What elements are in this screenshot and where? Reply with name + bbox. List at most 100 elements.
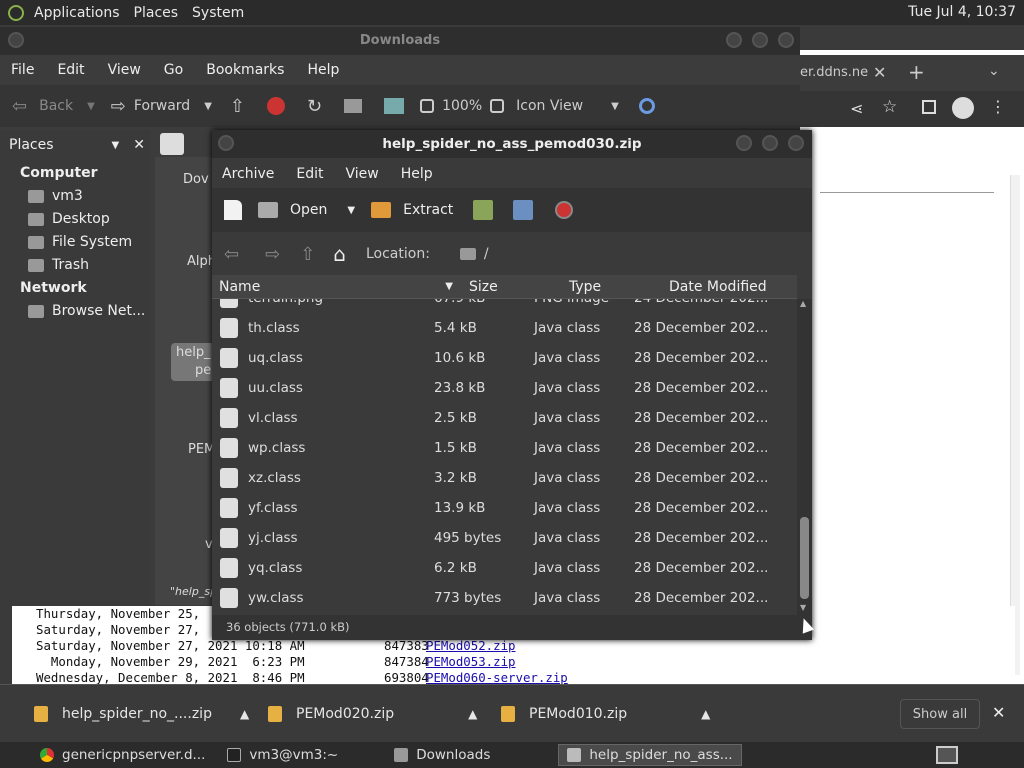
sidepanel-icon[interactable]	[922, 100, 936, 114]
back-dropdown-icon[interactable]: ▼	[87, 101, 95, 112]
file-row[interactable]: th.class 5.4 kB Java class 28 December 202.…	[212, 313, 797, 343]
menu-view[interactable]: View	[108, 62, 141, 78]
sidebar-item-browse-network[interactable]: Browse Net...	[28, 303, 145, 319]
new-tab-icon[interactable]: +	[908, 60, 925, 84]
file-row[interactable]: yf.class 13.9 kB Java class 28 December 202…	[212, 493, 797, 523]
add-files-icon[interactable]	[473, 200, 494, 220]
sidebar-close-icon[interactable]: ✕	[133, 137, 145, 153]
file-row[interactable]: yj.class 495 bytes Java class 28 December 2…	[212, 523, 797, 553]
system-menu[interactable]: System	[192, 5, 244, 21]
forward-dropdown-icon[interactable]: ▼	[204, 101, 212, 112]
close-icon[interactable]	[778, 32, 794, 48]
listing-link[interactable]: PEMod053.zip	[426, 654, 516, 670]
menu-go[interactable]: Go	[164, 62, 183, 78]
chevron-up-icon[interactable]: ▲	[701, 707, 710, 721]
places-select[interactable]: Places	[9, 137, 54, 153]
sidebar-item-trash[interactable]: Trash	[28, 257, 89, 273]
taskbar-item-archive[interactable]: help_spider_no_ass...	[558, 744, 742, 766]
extract-button[interactable]: Extract	[403, 202, 453, 218]
menu-view[interactable]: View	[346, 166, 379, 182]
sidebar-item-desktop[interactable]: Desktop	[28, 211, 110, 227]
places-menu[interactable]: Places	[134, 5, 179, 21]
taskbar-item-browser[interactable]: genericpnpserver.d...	[32, 744, 213, 766]
search-icon[interactable]	[638, 98, 655, 114]
add-folder-icon[interactable]	[513, 200, 534, 220]
menu-bookmarks[interactable]: Bookmarks	[206, 62, 284, 78]
view-mode-select[interactable]: Icon View	[516, 98, 583, 114]
zoom-out-icon[interactable]	[420, 99, 435, 113]
forward-button[interactable]: Forward	[134, 98, 190, 114]
sidebar-item-filesystem[interactable]: File System	[28, 234, 132, 250]
file-row[interactable]: yq.class 6.2 kB Java class 28 December 202.…	[212, 553, 797, 583]
open-dropdown-icon[interactable]: ▼	[347, 205, 355, 216]
scroll-down-icon[interactable]: ▼	[800, 603, 806, 612]
listing-link[interactable]: PEMod052.zip	[426, 638, 516, 654]
places-dropdown-icon[interactable]: ▼	[112, 140, 120, 151]
zoom-in-icon[interactable]	[490, 99, 505, 113]
workspace-switcher-icon[interactable]	[936, 746, 958, 764]
scroll-up-icon[interactable]: ▲	[800, 299, 806, 308]
taskbar-item-terminal[interactable]: vm3@vm3:~	[219, 744, 346, 766]
file-row[interactable]: uu.class 23.8 kB Java class 28 December 202…	[212, 373, 797, 403]
back-arrow-icon[interactable]: ⇦	[12, 96, 27, 117]
open-icon[interactable]	[258, 202, 278, 218]
back-arrow-icon[interactable]: ⇦	[224, 244, 239, 265]
profile-avatar-icon[interactable]	[952, 97, 974, 119]
applications-menu[interactable]: Applications	[34, 5, 120, 21]
file-row[interactable]: yw.class 773 bytes Java class 28 December 2…	[212, 583, 797, 613]
minimize-icon[interactable]	[726, 32, 742, 48]
menu-archive[interactable]: Archive	[222, 166, 274, 182]
forward-arrow-icon[interactable]: ⇨	[111, 96, 126, 117]
column-type-header[interactable]: Type	[567, 279, 667, 295]
back-button[interactable]: Back	[39, 98, 73, 114]
file-row[interactable]: xz.class 3.2 kB Java class 28 December 202.…	[212, 463, 797, 493]
forward-arrow-icon[interactable]: ⇨	[265, 244, 280, 265]
show-all-button[interactable]: Show all	[900, 699, 980, 729]
vertical-scrollbar[interactable]: ▲ ▼	[797, 299, 812, 615]
file-row[interactable]: wp.class 1.5 kB Java class 28 December 202.…	[212, 433, 797, 463]
download-item[interactable]: help_spider_no_....zip ▲	[34, 685, 249, 743]
zoom-level[interactable]: 100%	[442, 98, 482, 114]
file-row[interactable]: vl.class 2.5 kB Java class 28 December 202.…	[212, 403, 797, 433]
stop-icon[interactable]	[267, 97, 285, 115]
file-row[interactable]: terrain.png 67.9 kBPNG image24 December 2…	[212, 299, 797, 313]
distro-logo-icon[interactable]	[8, 4, 24, 21]
view-dropdown-icon[interactable]: ▼	[611, 101, 619, 112]
minimize-icon[interactable]	[736, 135, 752, 151]
column-date-header[interactable]: Date Modified	[667, 279, 797, 295]
maximize-icon[interactable]	[752, 32, 768, 48]
column-size-header[interactable]: Size	[467, 279, 567, 295]
browser-menu-icon[interactable]: ⋮	[990, 97, 1006, 116]
menu-help[interactable]: Help	[401, 166, 433, 182]
column-name-header[interactable]: Name ▼	[212, 279, 467, 295]
maximize-icon[interactable]	[762, 135, 778, 151]
up-arrow-icon[interactable]: ⇧	[230, 96, 245, 117]
tab-list-chevron-icon[interactable]: ⌄	[988, 63, 1000, 79]
new-archive-icon[interactable]	[224, 200, 242, 220]
up-arrow-icon[interactable]: ⇧	[300, 244, 315, 265]
scrollbar-thumb[interactable]	[800, 517, 809, 599]
home-icon[interactable]: ⌂	[333, 242, 346, 266]
file-row[interactable]: uq.class 10.6 kB Java class 28 December 202…	[212, 343, 797, 373]
download-item[interactable]: PEMod010.zip ▲	[501, 685, 710, 743]
tab-close-icon[interactable]: ✕	[873, 63, 886, 82]
computer-icon[interactable]	[384, 98, 405, 114]
window-menu-icon[interactable]	[8, 32, 24, 48]
browser-tab-title[interactable]: er.ddns.ne	[800, 65, 868, 80]
window-menu-icon[interactable]	[218, 135, 234, 151]
share-icon[interactable]: ⋖	[850, 99, 863, 118]
clock[interactable]: Tue Jul 4, 10:37	[908, 4, 1016, 20]
download-item[interactable]: PEMod020.zip ▲	[268, 685, 477, 743]
taskbar-item-downloads[interactable]: Downloads	[386, 744, 498, 766]
chevron-up-icon[interactable]: ▲	[240, 707, 249, 721]
home-icon[interactable]	[344, 99, 363, 113]
close-download-bar-icon[interactable]: ✕	[992, 703, 1005, 722]
reload-icon[interactable]: ↻	[307, 96, 322, 117]
menu-file[interactable]: File	[11, 62, 34, 78]
menu-edit[interactable]: Edit	[57, 62, 84, 78]
stop-icon[interactable]	[555, 201, 574, 219]
open-button[interactable]: Open	[290, 202, 327, 218]
bookmark-star-icon[interactable]: ☆	[882, 97, 897, 117]
sidebar-item-vm3[interactable]: vm3	[28, 188, 83, 204]
chevron-up-icon[interactable]: ▲	[468, 707, 477, 721]
